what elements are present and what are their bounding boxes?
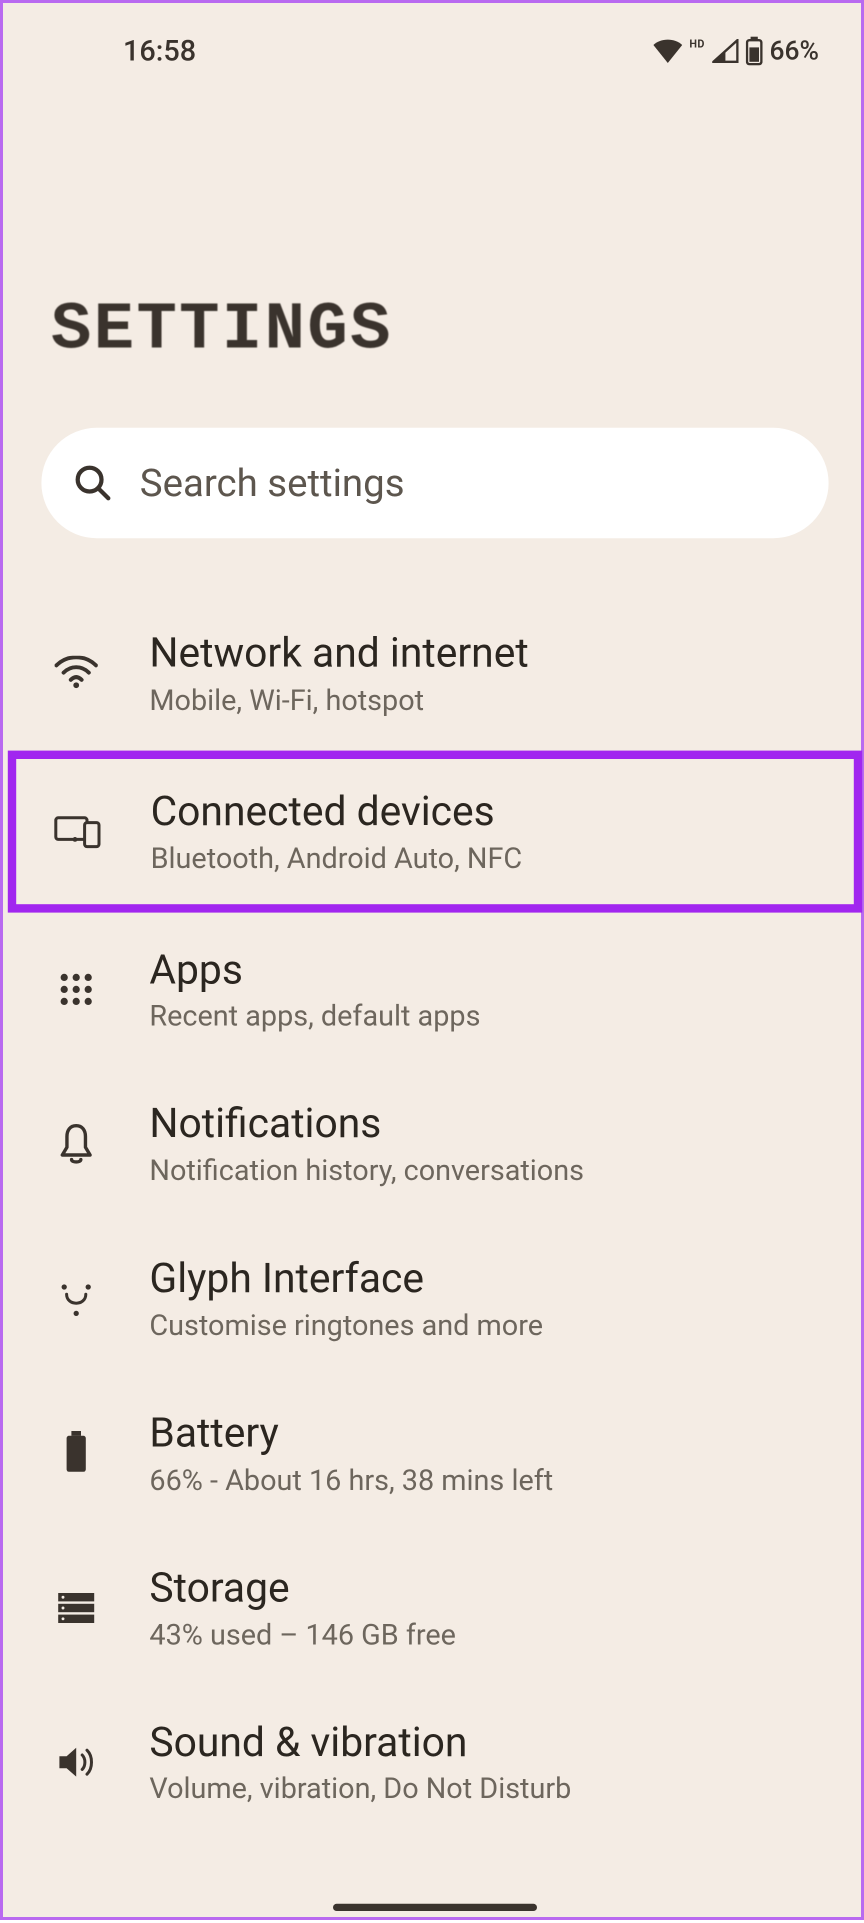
settings-item-battery[interactable]: Battery 66% - About 16 hrs, 38 mins left	[3, 1376, 864, 1531]
wifi-icon	[653, 39, 682, 63]
settings-item-title: Network and internet	[149, 629, 819, 678]
devices-icon	[53, 813, 101, 849]
signal-hd-label: HD	[689, 38, 704, 50]
settings-item-storage[interactable]: Storage 43% used – 146 GB free	[3, 1530, 864, 1685]
settings-item-apps[interactable]: Apps Recent apps, default apps	[3, 912, 864, 1067]
settings-item-connected-devices[interactable]: Connected devices Bluetooth, Android Aut…	[8, 750, 862, 912]
settings-item-title: Notifications	[149, 1100, 819, 1149]
settings-item-subtitle: Customise ringtones and more	[149, 1309, 819, 1343]
settings-item-notifications[interactable]: Notifications Notification history, conv…	[3, 1067, 864, 1222]
status-icons: HD 66%	[653, 36, 819, 66]
settings-item-title: Connected devices	[151, 788, 818, 837]
battery-icon	[746, 37, 763, 66]
bell-icon	[57, 1122, 95, 1165]
settings-item-subtitle: Mobile, Wi-Fi, hotspot	[149, 683, 819, 717]
status-bar: 16:58 HD 66%	[3, 3, 864, 75]
settings-item-subtitle: Notification history, conversations	[149, 1154, 819, 1188]
settings-item-glyph[interactable]: Glyph Interface Customise ringtones and …	[3, 1221, 864, 1376]
wifi-icon	[55, 656, 98, 690]
settings-item-title: Apps	[149, 946, 819, 995]
battery-percent: 66%	[770, 36, 819, 66]
settings-item-title: Storage	[149, 1564, 819, 1613]
battery-icon	[64, 1431, 88, 1474]
settings-list: Network and internet Mobile, Wi-Fi, hots…	[3, 538, 864, 1839]
settings-item-subtitle: Bluetooth, Android Auto, NFC	[151, 841, 818, 875]
settings-item-subtitle: Volume, vibration, Do Not Disturb	[149, 1772, 819, 1806]
settings-item-subtitle: 66% - About 16 hrs, 38 mins left	[149, 1463, 819, 1497]
sound-icon	[55, 1743, 98, 1781]
settings-item-title: Battery	[149, 1409, 819, 1458]
settings-item-title: Sound & vibration	[149, 1718, 819, 1767]
settings-item-title: Glyph Interface	[149, 1255, 819, 1304]
settings-item-sound[interactable]: Sound & vibration Volume, vibration, Do …	[3, 1685, 864, 1840]
search-bar[interactable]: Search settings	[41, 428, 828, 538]
page-title: SETTINGS	[3, 75, 864, 368]
apps-icon	[58, 971, 94, 1007]
signal-icon	[712, 39, 738, 63]
settings-item-subtitle: Recent apps, default apps	[149, 999, 819, 1033]
settings-item-subtitle: 43% used – 146 GB free	[149, 1618, 819, 1652]
settings-item-network[interactable]: Network and internet Mobile, Wi-Fi, hots…	[3, 596, 864, 751]
search-icon	[73, 463, 114, 504]
search-placeholder: Search settings	[140, 460, 405, 506]
glyph-icon	[55, 1277, 98, 1320]
storage-icon	[56, 1591, 97, 1625]
nav-handle[interactable]	[333, 1904, 537, 1911]
status-time: 16:58	[51, 34, 196, 68]
